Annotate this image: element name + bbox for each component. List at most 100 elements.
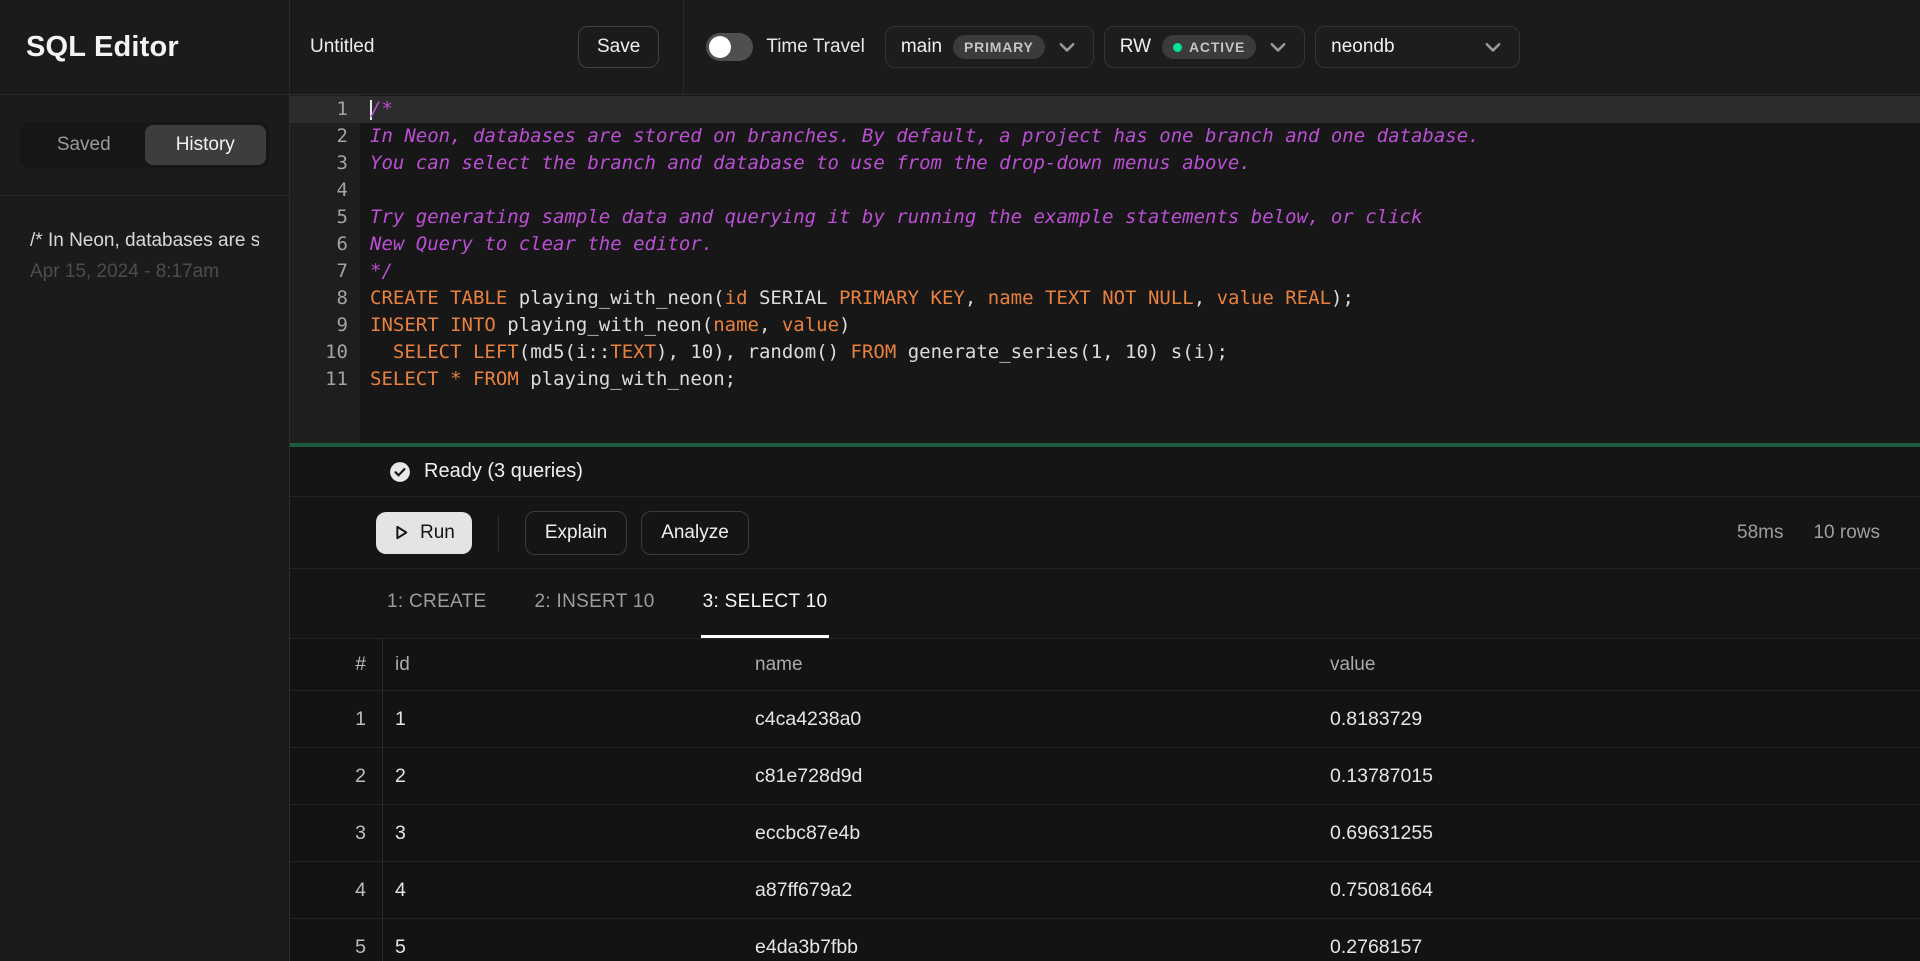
line-number: 10 (290, 339, 360, 366)
table-cell: 2 (290, 748, 383, 804)
branch-selector[interactable]: main PRIMARY (885, 26, 1094, 68)
editor-line[interactable]: 4 (290, 177, 1920, 204)
chevron-down-icon (1056, 36, 1078, 58)
results-table: #idnamevalue11c4ca4238a00.818372922c81e7… (290, 639, 1920, 961)
status-row: Ready (3 queries) (290, 447, 1920, 497)
toggle-knob-icon (709, 36, 731, 58)
code-token (1274, 287, 1285, 309)
result-tab[interactable]: 1: CREATE (385, 569, 488, 638)
save-button[interactable]: Save (578, 26, 659, 68)
table-cell: 0.8183729 (1318, 691, 1920, 747)
compute-selector[interactable]: RW ACTIVE (1104, 26, 1305, 68)
code-token: LEFT (473, 341, 519, 363)
code-token: , (759, 314, 782, 336)
table-cell: 5 (383, 919, 743, 961)
result-tab[interactable]: 2: INSERT 10 (532, 569, 656, 638)
code-token: value (782, 314, 839, 336)
history-list-item[interactable]: /* In Neon, databases are sto... Apr 15,… (30, 230, 259, 283)
editor-line[interactable]: 5Try generating sample data and querying… (290, 204, 1920, 231)
tab-history[interactable]: History (145, 125, 267, 165)
line-code: New Query to clear the editor. (360, 231, 1920, 258)
table-cell: 4 (290, 862, 383, 918)
code-editor[interactable]: 1/*2In Neon, databases are stored on bra… (290, 95, 1920, 443)
database-selector[interactable]: neondb (1315, 26, 1520, 68)
code-token (1091, 287, 1102, 309)
line-code: SELECT * FROM playing_with_neon; (360, 366, 1920, 393)
editor-line[interactable]: 11SELECT * FROM playing_with_neon; (290, 366, 1920, 393)
code-token: , (1194, 287, 1217, 309)
editor-line[interactable]: 7*/ (290, 258, 1920, 285)
topbar-divider (683, 0, 684, 94)
table-row[interactable]: 22c81e728d9d0.13787015 (290, 748, 1920, 805)
editor-line[interactable]: 10 SELECT LEFT(md5(i::TEXT), 10), random… (290, 339, 1920, 366)
table-cell: eccbc87e4b (743, 805, 1318, 861)
table-cell: 1 (290, 691, 383, 747)
line-number: 9 (290, 312, 360, 339)
topbar: Untitled Save Time Travel main PRIMARY R… (290, 0, 1920, 95)
line-code: In Neon, databases are stored on branche… (360, 123, 1920, 150)
table-header-row: #idnamevalue (290, 639, 1920, 691)
table-cell: 2 (383, 748, 743, 804)
query-name[interactable]: Untitled (310, 36, 578, 58)
run-button[interactable]: Run (376, 512, 472, 554)
branch-name: main (901, 36, 942, 58)
table-cell: a87ff679a2 (743, 862, 1318, 918)
editor-line[interactable]: 6New Query to clear the editor. (290, 231, 1920, 258)
history-list: /* In Neon, databases are sto... Apr 15,… (0, 196, 289, 961)
code-token: SELECT (393, 341, 462, 363)
code-token: INSERT INTO (370, 314, 496, 336)
tab-saved[interactable]: Saved (23, 125, 145, 165)
code-token: In Neon, databases are stored on branche… (370, 125, 1480, 147)
sidebar-header: SQL Editor (0, 0, 289, 95)
chevron-down-icon (1267, 36, 1289, 58)
editor-line[interactable]: 9INSERT INTO playing_with_neon(name, val… (290, 312, 1920, 339)
table-cell: c4ca4238a0 (743, 691, 1318, 747)
sql-editor-app: SQL Editor Saved History /* In Neon, dat… (0, 0, 1920, 961)
query-duration: 58ms (1737, 522, 1783, 544)
editor-line[interactable]: 8CREATE TABLE playing_with_neon(id SERIA… (290, 285, 1920, 312)
time-travel-toggle[interactable] (706, 33, 753, 61)
editor-line[interactable]: 3You can select the branch and database … (290, 150, 1920, 177)
line-code: You can select the branch and database t… (360, 150, 1920, 177)
line-number: 4 (290, 177, 360, 204)
status-text: Ready (3 queries) (424, 460, 583, 483)
code-token: SELECT (370, 368, 439, 390)
table-cell: 0.2768157 (1318, 919, 1920, 961)
line-number: 1 (290, 96, 360, 123)
code-token: ), 10), random() (656, 341, 850, 363)
code-token: TEXT (1045, 287, 1091, 309)
code-token: generate_series(1, 10) s(i); (896, 341, 1228, 363)
analyze-button[interactable]: Analyze (641, 511, 749, 555)
sidebar-tabs-section: Saved History (0, 95, 289, 196)
table-cell: e4da3b7fbb (743, 919, 1318, 961)
code-token: playing_with_neon( (496, 314, 713, 336)
line-code: INSERT INTO playing_with_neon(name, valu… (360, 312, 1920, 339)
history-item-timestamp: Apr 15, 2024 - 8:17am (30, 261, 259, 283)
actions-row: Run Explain Analyze 58ms 10 rows (290, 497, 1920, 569)
run-button-label: Run (420, 522, 455, 544)
column-header: # (290, 639, 383, 690)
editor-line[interactable]: 2In Neon, databases are stored on branch… (290, 123, 1920, 150)
table-cell: 0.75081664 (1318, 862, 1920, 918)
editor-line[interactable]: 1/* (290, 96, 1920, 123)
line-code: */ (360, 258, 1920, 285)
table-cell: 4 (383, 862, 743, 918)
play-icon (393, 524, 410, 541)
code-token: name (713, 314, 759, 336)
active-status-dot-icon (1173, 43, 1182, 52)
table-row[interactable]: 55e4da3b7fbb0.2768157 (290, 919, 1920, 961)
branch-primary-badge: PRIMARY (953, 35, 1045, 59)
code-token: playing_with_neon; (519, 368, 736, 390)
code-token: SERIAL (748, 287, 840, 309)
explain-button[interactable]: Explain (525, 511, 627, 555)
result-row-count: 10 rows (1813, 522, 1880, 544)
table-row[interactable]: 33eccbc87e4b0.69631255 (290, 805, 1920, 862)
code-token: NOT NULL (1102, 287, 1194, 309)
line-code (360, 177, 1920, 204)
code-token: You can select the branch and database t… (370, 152, 1251, 174)
line-code: SELECT LEFT(md5(i::TEXT), 10), random() … (360, 339, 1920, 366)
table-cell: 5 (290, 919, 383, 961)
result-tab[interactable]: 3: SELECT 10 (701, 569, 830, 638)
table-row[interactable]: 44a87ff679a20.75081664 (290, 862, 1920, 919)
table-row[interactable]: 11c4ca4238a00.8183729 (290, 691, 1920, 748)
